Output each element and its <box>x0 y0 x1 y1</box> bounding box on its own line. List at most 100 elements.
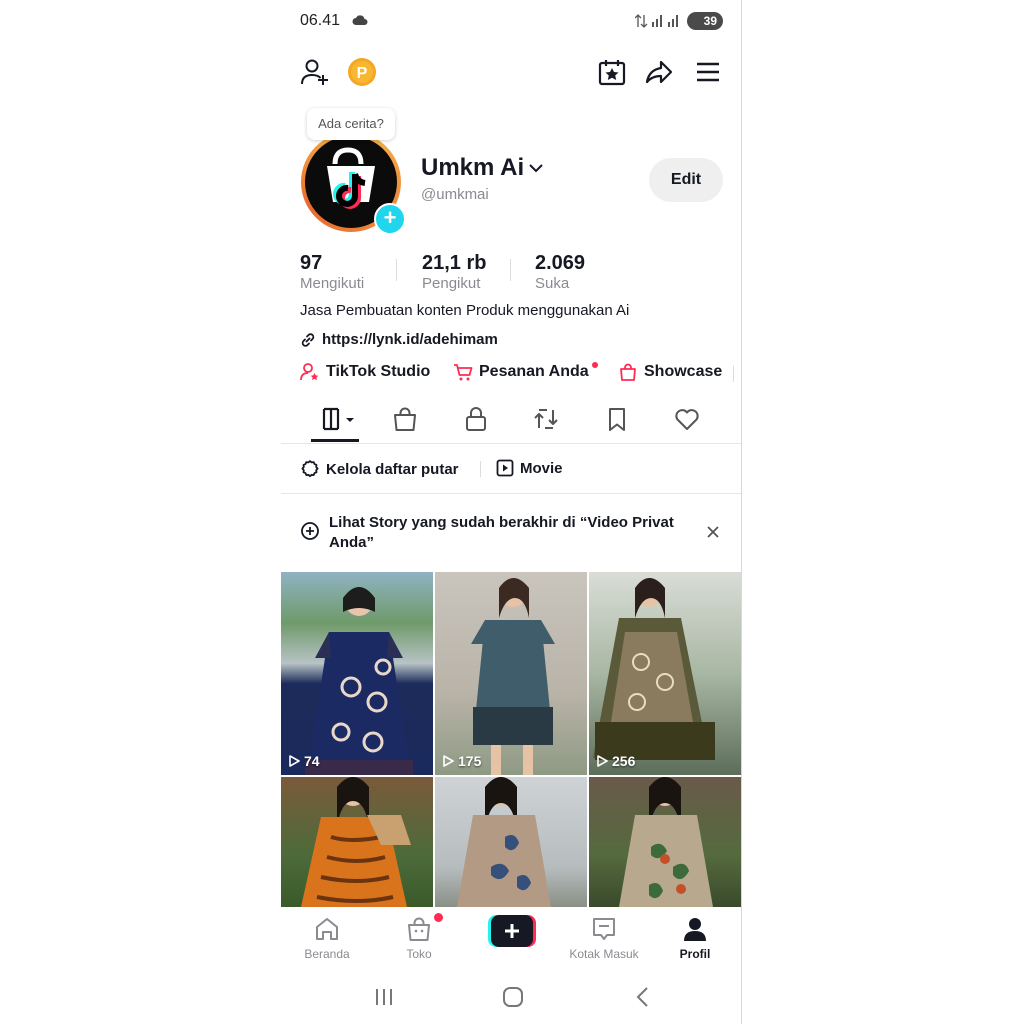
view-count-text: 74 <box>304 753 320 769</box>
nav-shop-label: Toko <box>406 947 432 961</box>
grid-icon <box>321 406 357 432</box>
view-count-text: 256 <box>612 753 636 769</box>
edit-profile-button[interactable]: Edit <box>649 158 723 202</box>
quick-links-divider <box>733 366 734 382</box>
tab-favorites[interactable] <box>604 406 630 432</box>
tiktok-studio-link[interactable]: TikTok Studio <box>300 362 430 382</box>
studio-icon <box>300 362 320 382</box>
shopping-bag-icon <box>618 362 638 382</box>
svg-text:P: P <box>357 65 368 82</box>
add-story-icon[interactable]: + <box>374 203 406 235</box>
tab-shop[interactable] <box>392 406 418 432</box>
movie-label: Movie <box>520 459 563 477</box>
screen-edge <box>741 0 742 1024</box>
settings-icon <box>300 459 320 479</box>
story-banner-text[interactable]: Lihat Story yang sudah berakhir di “Vide… <box>329 513 699 553</box>
stat-value: 97 <box>300 252 323 274</box>
cloud-icon <box>352 14 368 26</box>
orders-notification-dot <box>592 362 598 368</box>
plus-icon <box>488 915 536 947</box>
profile-bio: Jasa Pembuatan konten Produk menggunakan… <box>300 302 630 319</box>
stat-followers[interactable]: 21,1 rb Pengikut <box>422 252 486 292</box>
profile-handle: @umkmai <box>421 186 489 203</box>
share-icon[interactable] <box>644 57 674 87</box>
stat-likes[interactable]: 2.069 Suka <box>535 252 585 292</box>
cart-icon <box>453 362 473 382</box>
tabs-divider <box>281 443 741 444</box>
lock-icon <box>463 406 489 432</box>
chevron-down-icon[interactable] <box>528 162 544 174</box>
inbox-icon <box>590 915 618 943</box>
play-square-icon <box>496 459 514 477</box>
profile-link[interactable]: https://lynk.id/adehimam <box>300 331 498 348</box>
orders-label: Pesanan Anda <box>479 363 589 380</box>
link-text: https://lynk.id/adehimam <box>322 331 498 348</box>
nav-inbox-label: Kotak Masuk <box>569 947 639 961</box>
movie-button[interactable]: Movie <box>496 459 563 477</box>
bottom-navigation: Beranda Toko Kotak Masuk Profil <box>281 907 741 967</box>
dress-navy-illustration <box>305 587 413 775</box>
profile-icon <box>681 915 709 943</box>
back-icon[interactable] <box>635 986 651 1008</box>
filters-divider <box>281 493 741 494</box>
stat-label: Pengikut <box>422 275 481 292</box>
home-icon <box>313 915 341 943</box>
home-button-icon[interactable] <box>502 986 524 1008</box>
nav-inbox[interactable]: Kotak Masuk <box>564 915 644 961</box>
view-count: 175 <box>441 753 481 769</box>
stat-following[interactable]: 97 Mengikuti <box>300 252 364 292</box>
video-thumbnail[interactable]: 74 <box>281 572 433 775</box>
showcase-link[interactable]: Showcase <box>618 362 722 382</box>
active-tab-indicator <box>311 439 359 442</box>
heart-icon <box>673 406 701 432</box>
tab-videos[interactable] <box>321 406 357 432</box>
orders-link[interactable]: Pesanan Anda <box>453 362 589 382</box>
play-icon <box>595 754 609 768</box>
battery-indicator: 39 <box>687 12 723 30</box>
stat-label: Mengikuti <box>300 275 365 292</box>
bookmark-icon <box>604 406 630 432</box>
nav-profile[interactable]: Profil <box>655 915 735 961</box>
video-thumbnail[interactable]: 175 <box>435 572 587 775</box>
dress-orange-illustration <box>301 777 411 907</box>
dress-floral-illustration <box>619 777 713 907</box>
nav-shop[interactable]: Toko <box>379 915 459 961</box>
nav-home[interactable]: Beranda <box>287 915 367 961</box>
tab-private[interactable] <box>463 406 489 432</box>
stat-divider <box>396 259 397 281</box>
filter-divider <box>480 461 481 477</box>
shop-bag-icon <box>405 915 433 943</box>
close-icon[interactable] <box>705 524 721 540</box>
stat-label: Suka <box>535 275 570 292</box>
view-count: 74 <box>287 753 320 769</box>
view-count-text: 175 <box>458 753 482 769</box>
story-prompt-bubble[interactable]: Ada cerita? <box>307 108 395 140</box>
menu-icon[interactable] <box>693 57 723 87</box>
play-icon <box>441 754 455 768</box>
add-friend-icon[interactable] <box>300 57 330 87</box>
shopping-bag-icon <box>392 406 418 432</box>
nav-home-label: Beranda <box>304 947 350 961</box>
tiktok-profile-screen: 06.41 39 P Ada cerita? + Umkm Ai @umkmai… <box>281 0 741 1024</box>
calendar-star-icon[interactable] <box>597 57 627 87</box>
link-icon <box>300 332 316 348</box>
add-story-outline-icon <box>300 521 320 541</box>
video-thumbnail[interactable] <box>589 777 741 907</box>
video-thumbnail[interactable] <box>435 777 587 907</box>
nav-profile-label: Profil <box>679 947 711 961</box>
status-time: 06.41 <box>300 12 341 29</box>
stat-divider <box>510 259 511 281</box>
coin-icon[interactable]: P <box>347 57 377 87</box>
recent-apps-icon[interactable] <box>373 987 395 1007</box>
studio-label: TikTok Studio <box>326 363 431 380</box>
create-button[interactable] <box>488 915 536 947</box>
profile-name[interactable]: Umkm Ai <box>421 154 524 182</box>
video-thumbnail[interactable]: 256 <box>589 572 741 775</box>
manage-playlist-button[interactable]: Kelola daftar putar <box>300 459 459 479</box>
dress-beige-illustration <box>457 777 551 907</box>
tab-liked[interactable] <box>673 406 701 432</box>
tab-reposts[interactable] <box>533 406 559 432</box>
shop-notification-dot <box>434 913 443 922</box>
system-navigation <box>281 972 741 1024</box>
video-thumbnail[interactable] <box>281 777 433 907</box>
